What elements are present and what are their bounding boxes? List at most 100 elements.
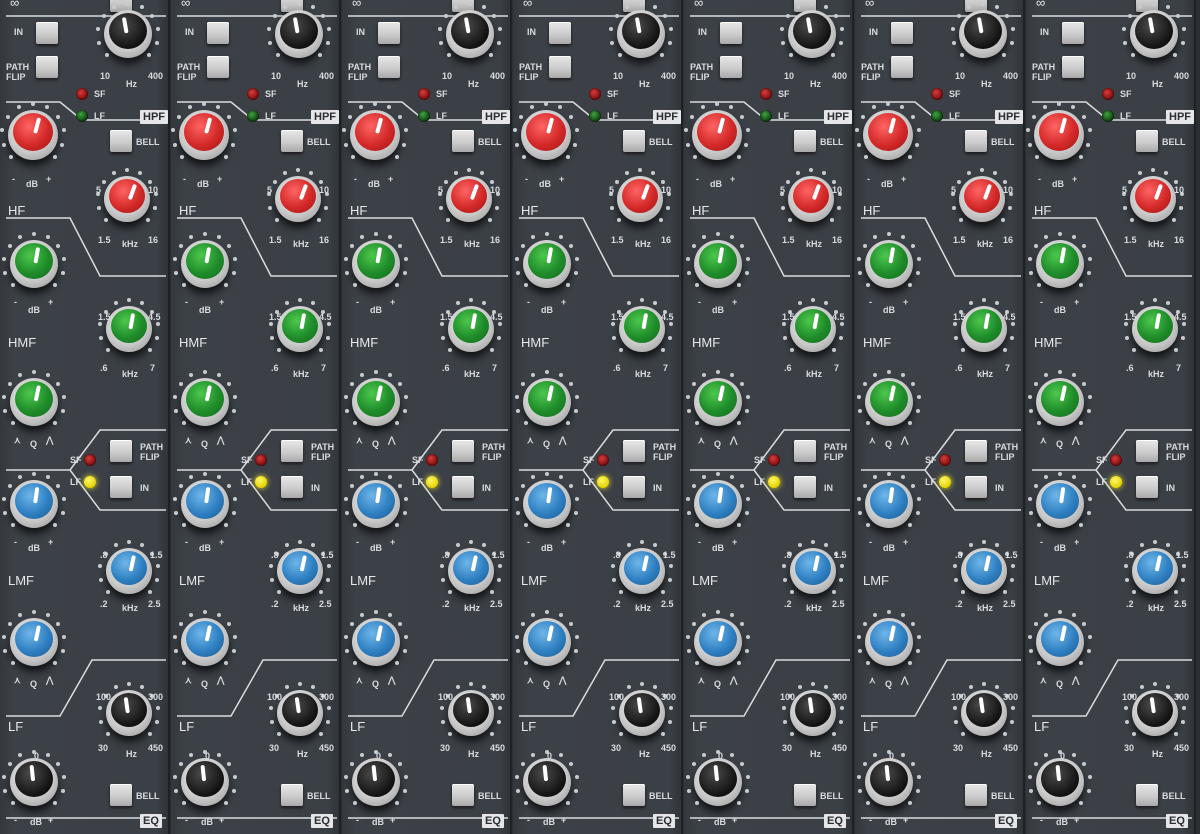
lmf-frequency-knob[interactable] [619,548,665,594]
hmf-gain-knob[interactable] [523,240,571,288]
in-button[interactable] [549,22,571,44]
hpf-frequency-knob[interactable] [788,10,836,58]
hmf-frequency-knob[interactable] [277,306,323,352]
lmf-gain-knob[interactable] [523,480,571,528]
lmf-gain-knob[interactable] [10,480,58,528]
mid-path-flip-button[interactable] [110,440,132,462]
lmf-frequency-knob[interactable] [1132,548,1178,594]
hmf-frequency-knob[interactable] [619,306,665,352]
path-flip-button[interactable] [549,56,571,78]
lmf-gain-knob[interactable] [1036,480,1084,528]
hf-bell-button[interactable] [1136,130,1158,152]
hf-bell-button[interactable] [110,130,132,152]
lmf-q-knob[interactable] [181,618,229,666]
hmf-gain-knob[interactable] [352,240,400,288]
mid-path-flip-button[interactable] [794,440,816,462]
lmf-gain-knob[interactable] [181,480,229,528]
lmf-frequency-knob[interactable] [448,548,494,594]
lmf-q-knob[interactable] [1036,618,1084,666]
hmf-q-knob[interactable] [523,378,571,426]
hf-bell-button[interactable] [281,130,303,152]
mid-in-button[interactable] [281,476,303,498]
hf-gain-knob[interactable] [521,110,571,160]
hf-frequency-knob[interactable] [1130,176,1176,222]
mid-path-flip-button[interactable] [1136,440,1158,462]
lf-frequency-knob[interactable] [106,690,152,736]
lmf-frequency-knob[interactable] [106,548,152,594]
mid-in-button[interactable] [110,476,132,498]
hf-bell-button[interactable] [965,130,987,152]
lmf-frequency-knob[interactable] [790,548,836,594]
hmf-q-knob[interactable] [352,378,400,426]
mid-in-button[interactable] [794,476,816,498]
lf-bell-button[interactable] [965,784,987,806]
hmf-frequency-knob[interactable] [1132,306,1178,352]
hpf-frequency-knob[interactable] [959,10,1007,58]
hmf-frequency-knob[interactable] [790,306,836,352]
hf-bell-button[interactable] [452,130,474,152]
hmf-gain-knob[interactable] [865,240,913,288]
hf-frequency-knob[interactable] [617,176,663,222]
lf-gain-knob[interactable] [865,758,913,806]
hf-frequency-knob[interactable] [959,176,1005,222]
path-flip-button[interactable] [891,56,913,78]
hf-gain-knob[interactable] [179,110,229,160]
lf-gain-knob[interactable] [523,758,571,806]
mid-path-flip-button[interactable] [965,440,987,462]
lf-bell-button[interactable] [1136,784,1158,806]
hpf-frequency-knob[interactable] [275,10,323,58]
hmf-frequency-knob[interactable] [106,306,152,352]
lmf-gain-knob[interactable] [865,480,913,528]
in-button[interactable] [1062,22,1084,44]
lmf-q-knob[interactable] [10,618,58,666]
hpf-frequency-knob[interactable] [446,10,494,58]
hmf-gain-knob[interactable] [694,240,742,288]
lf-frequency-knob[interactable] [961,690,1007,736]
in-button[interactable] [891,22,913,44]
lmf-q-knob[interactable] [865,618,913,666]
hmf-frequency-knob[interactable] [961,306,1007,352]
hf-bell-button[interactable] [794,130,816,152]
hmf-q-knob[interactable] [181,378,229,426]
lmf-q-knob[interactable] [352,618,400,666]
lf-frequency-knob[interactable] [790,690,836,736]
hpf-frequency-knob[interactable] [104,10,152,58]
mid-path-flip-button[interactable] [281,440,303,462]
path-flip-button[interactable] [378,56,400,78]
hf-frequency-knob[interactable] [788,176,834,222]
hf-gain-knob[interactable] [8,110,58,160]
lf-frequency-knob[interactable] [1132,690,1178,736]
path-flip-button[interactable] [1062,56,1084,78]
in-button[interactable] [36,22,58,44]
lmf-q-knob[interactable] [694,618,742,666]
mid-in-button[interactable] [452,476,474,498]
hf-gain-knob[interactable] [863,110,913,160]
lf-frequency-knob[interactable] [619,690,665,736]
lf-bell-button[interactable] [623,784,645,806]
hpf-frequency-knob[interactable] [1130,10,1178,58]
hmf-gain-knob[interactable] [181,240,229,288]
lf-bell-button[interactable] [110,784,132,806]
mid-in-button[interactable] [623,476,645,498]
hf-frequency-knob[interactable] [104,176,150,222]
lf-bell-button[interactable] [281,784,303,806]
lf-gain-knob[interactable] [1036,758,1084,806]
lf-bell-button[interactable] [794,784,816,806]
lf-frequency-knob[interactable] [277,690,323,736]
lmf-gain-knob[interactable] [352,480,400,528]
hf-bell-button[interactable] [623,130,645,152]
in-button[interactable] [207,22,229,44]
lmf-q-knob[interactable] [523,618,571,666]
hf-frequency-knob[interactable] [275,176,321,222]
hf-gain-knob[interactable] [350,110,400,160]
hmf-q-knob[interactable] [10,378,58,426]
in-button[interactable] [720,22,742,44]
hmf-gain-knob[interactable] [1036,240,1084,288]
hf-gain-knob[interactable] [1034,110,1084,160]
lf-gain-knob[interactable] [10,758,58,806]
hf-gain-knob[interactable] [692,110,742,160]
lf-gain-knob[interactable] [181,758,229,806]
hf-frequency-knob[interactable] [446,176,492,222]
mid-path-flip-button[interactable] [623,440,645,462]
hmf-q-knob[interactable] [694,378,742,426]
